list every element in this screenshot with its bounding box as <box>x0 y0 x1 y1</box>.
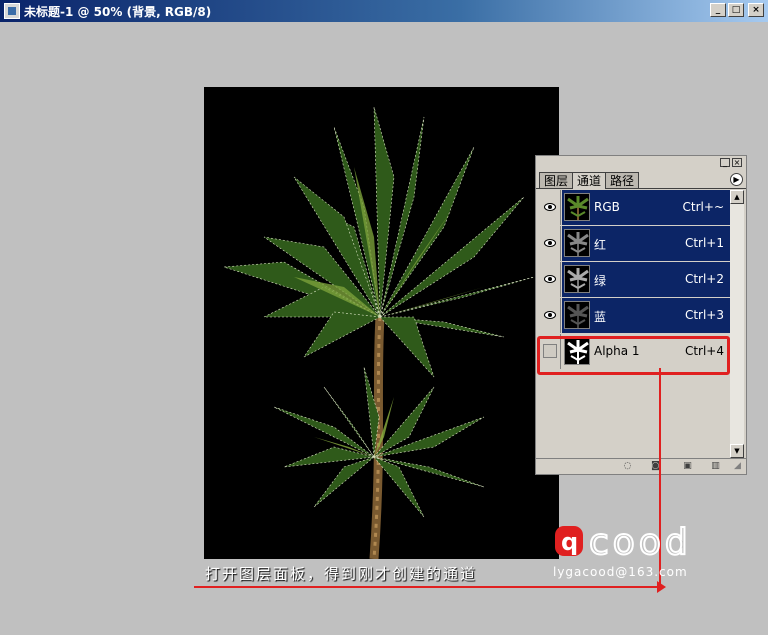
tab-divider <box>536 188 746 189</box>
visibility-toggle[interactable] <box>539 190 561 225</box>
maximize-button[interactable]: □ <box>728 3 744 17</box>
channel-thumbnail <box>564 301 590 329</box>
channel-name: RGB <box>594 200 620 214</box>
svg-text:q: q <box>561 528 578 556</box>
panel-header[interactable]: _ × <box>536 156 746 170</box>
document-titlebar[interactable]: 未标题-1 @ 50% (背景, RGB/8) _ □ × <box>0 0 768 22</box>
channel-thumbnail <box>564 229 590 257</box>
visibility-toggle[interactable] <box>539 226 561 261</box>
watermark-logo: q cood <box>555 521 692 562</box>
channel-row-blue[interactable]: 蓝 Ctrl+3 <box>538 298 730 334</box>
eye-icon <box>544 203 556 211</box>
channels-panel[interactable]: _ × 图层 通道 路径 ▶ RGB Ctrl+~ 红 Ctrl+1 绿 Ctr… <box>535 155 747 475</box>
channel-thumbnail <box>564 265 590 293</box>
watermark-email: lygacood@163.com <box>553 565 688 579</box>
image-canvas[interactable] <box>204 87 559 559</box>
document-icon <box>4 3 20 19</box>
channel-name: 蓝 <box>594 310 607 324</box>
eye-icon <box>544 239 556 247</box>
channel-name: 红 <box>594 238 607 252</box>
panel-tabs: 图层 通道 路径 <box>539 172 640 189</box>
load-selection-icon[interactable]: ◌ <box>622 461 633 471</box>
visibility-toggle[interactable] <box>539 262 561 297</box>
eye-icon <box>544 275 556 283</box>
tab-layers[interactable]: 图层 <box>539 172 574 188</box>
pointer-line-horizontal <box>194 586 661 588</box>
alpha-channel-highlight <box>537 336 730 375</box>
channel-thumbnail <box>564 193 590 221</box>
resize-grip-icon[interactable]: ◢ <box>732 461 743 471</box>
channel-shortcut: Ctrl+1 <box>684 236 724 250</box>
document-title: 未标题-1 @ 50% (背景, RGB/8) <box>24 5 212 19</box>
channel-row-red[interactable]: 红 Ctrl+1 <box>538 226 730 262</box>
new-channel-icon[interactable]: ▣ <box>682 461 693 471</box>
panel-footer: ◌ ◙ ▣ ▥ ◢ <box>536 458 746 474</box>
arrow-icon <box>657 581 666 593</box>
palm-tree-image <box>223 106 535 559</box>
scroll-down-icon[interactable]: ▼ <box>730 444 744 458</box>
eye-icon <box>544 311 556 319</box>
annotation-caption: 打开图层面板，得到刚才创建的通道 <box>205 565 478 583</box>
close-button[interactable]: × <box>748 3 764 17</box>
scroll-up-icon[interactable]: ▲ <box>730 190 744 204</box>
channel-shortcut: Ctrl+~ <box>682 200 724 214</box>
channel-shortcut: Ctrl+2 <box>684 272 724 286</box>
delete-channel-icon[interactable]: ▥ <box>710 461 721 471</box>
svg-text:cood: cood <box>589 522 692 562</box>
panel-close-button[interactable]: × <box>732 158 742 167</box>
channel-row-green[interactable]: 绿 Ctrl+2 <box>538 262 730 298</box>
panel-menu-arrow-icon[interactable]: ▶ <box>730 173 743 186</box>
channel-shortcut: Ctrl+3 <box>684 308 724 322</box>
channel-row-rgb[interactable]: RGB Ctrl+~ <box>538 190 730 226</box>
minimize-button[interactable]: _ <box>710 3 726 17</box>
tab-channels[interactable]: 通道 <box>572 172 607 189</box>
channel-name: 绿 <box>594 274 607 288</box>
panel-scrollbar[interactable]: ▲ ▼ <box>730 190 744 458</box>
visibility-toggle[interactable] <box>539 298 561 333</box>
panel-minimize-button[interactable]: _ <box>720 158 730 167</box>
tab-paths[interactable]: 路径 <box>605 172 640 188</box>
